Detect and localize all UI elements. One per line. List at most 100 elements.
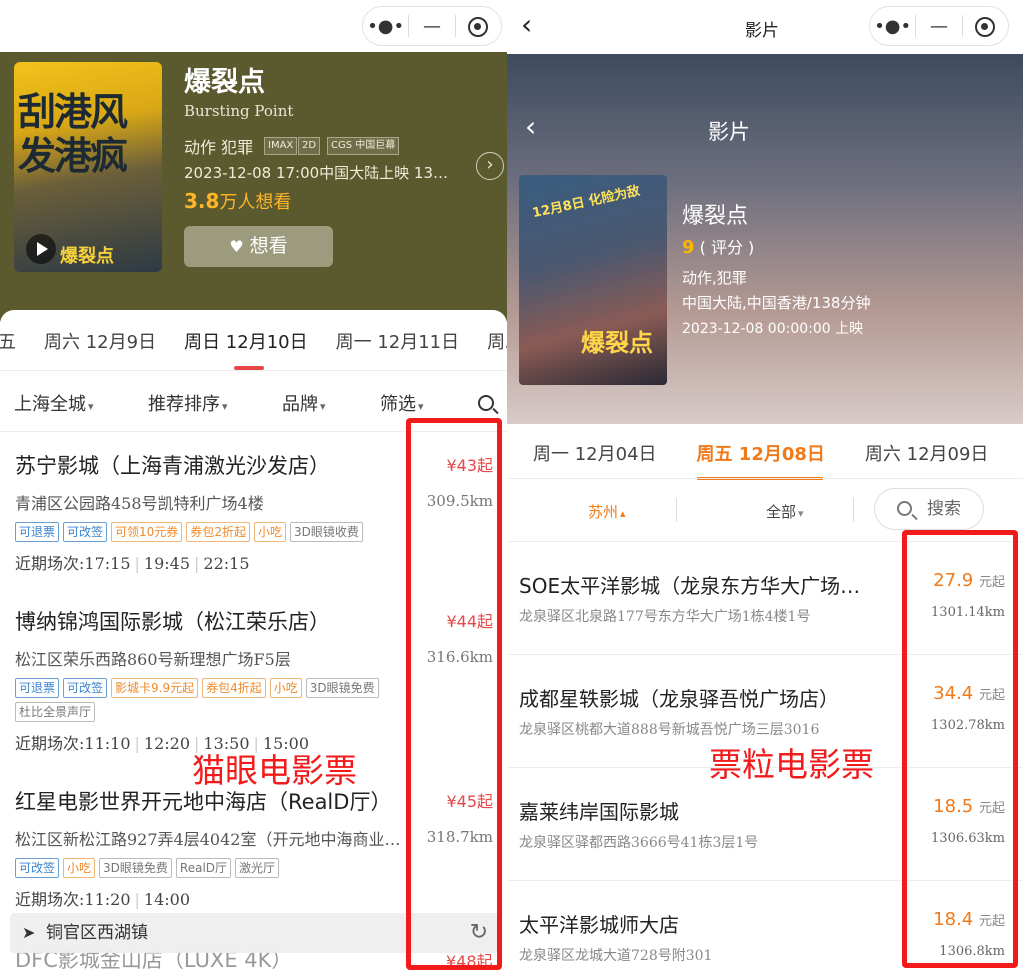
play-icon[interactable]	[26, 234, 56, 264]
feature-tag: 杜比全景声厅	[15, 702, 96, 722]
search-icon[interactable]	[478, 395, 494, 411]
movie-score: 9 ( 评分 )	[682, 234, 754, 258]
showtime[interactable]: 12:20	[144, 734, 190, 753]
showtime[interactable]: 11:10	[84, 734, 130, 753]
mini-program-capsule: •●• —	[869, 6, 1009, 46]
city-dropdown[interactable]: 上海全城	[14, 390, 94, 416]
poster-logo: 爆裂点	[581, 329, 653, 357]
want-to-see-button[interactable]: ♥ 想看	[184, 226, 333, 267]
divider	[853, 498, 854, 522]
date-tabs: 周五 周六 12月9日 周日 12月10日 周一 12月11日 周二	[0, 328, 507, 370]
feature-tag: 券包4折起	[202, 678, 266, 698]
separator: |	[194, 554, 200, 573]
schedule-label: 近期场次:	[15, 890, 85, 909]
cinema-address: 龙泉驿区桃都大道888号新城吾悦广场三层3016	[519, 722, 820, 738]
chevron-right-icon[interactable]: ›	[476, 152, 504, 180]
date-tabs: 周一 12月04日 周五 12月08日 周六 12月09日	[533, 440, 1023, 480]
target-icon	[468, 16, 489, 37]
separator: |	[134, 554, 140, 573]
divider	[0, 370, 507, 371]
feature-tag: 可领10元券	[111, 522, 183, 542]
movie-poster[interactable]: 刮港风发港疯 爆裂点	[14, 62, 162, 272]
annotation-label: 票粒电影票	[709, 745, 874, 784]
format-badge-cgs: CGS 中国巨幕	[327, 137, 400, 155]
cinema-name: 博纳锦鸿国际影城（松江荣乐店）	[15, 610, 330, 634]
feature-tag: 可退票	[15, 522, 60, 542]
tab-date[interactable]: 周五	[0, 328, 16, 354]
cinema-address: 松江区新松江路927弄4层4042室（开元地中海商业广场）	[15, 830, 407, 849]
feature-tag: 3D眼镜免费	[99, 858, 172, 878]
showtime[interactable]: 14:00	[144, 890, 190, 909]
brand-dropdown[interactable]: 品牌	[282, 390, 326, 416]
maoyan-panel: •●• — 刮港风发港疯 爆裂点 爆裂点 Bursting Point 动作 犯…	[0, 0, 507, 970]
tab-date[interactable]: 周六 12月9日	[44, 328, 156, 354]
release-date: 2023-12-08 00:00:00 上映	[682, 321, 864, 337]
format-badge-imax: IMAX	[264, 137, 298, 155]
release-info: 2023-12-08 17:00中国大陆上映 138分钟	[184, 164, 454, 182]
tab-date[interactable]: 周一 12月04日	[533, 440, 657, 466]
close-miniprogram-button[interactable]	[456, 16, 501, 37]
more-menu-button[interactable]: •●•	[870, 16, 915, 37]
tab-date-active[interactable]: 周日 12月10日	[184, 328, 308, 370]
tab-date[interactable]: 周二	[487, 328, 507, 354]
feature-tag: 小吃	[269, 678, 302, 698]
feature-tag: 3D眼镜收费	[289, 522, 363, 542]
mini-program-capsule: •●• —	[362, 6, 502, 46]
separator: |	[134, 890, 140, 909]
feature-tag: 3D眼镜免费	[305, 678, 379, 698]
poster-title: 刮港风发港疯	[18, 90, 128, 178]
search-button[interactable]: 搜索	[874, 488, 984, 530]
poster-tagline: 12月8日 化险为敌	[531, 183, 642, 222]
feature-tag: 可改签	[63, 678, 108, 698]
annotation-highlight-box	[902, 530, 1018, 968]
filter-bar: 上海全城 推荐排序 品牌 筛选	[14, 390, 494, 416]
cinema-address: 龙泉驿区驿都西路3666号41栋3层1号	[519, 835, 759, 851]
location-text: 铜官区西湖镇	[46, 923, 148, 943]
poster-logo: 爆裂点	[60, 246, 114, 267]
piaoli-panel: ‹ 影片 •●• — ‹ 影片 12月8日 化险为敌 爆裂点 爆裂点 9 ( 评…	[507, 0, 1023, 970]
cinema-address: 松江区荣乐西路860号新理想广场F5层	[15, 650, 291, 669]
tab-date[interactable]: 周六 12月09日	[865, 440, 989, 466]
tab-date[interactable]: 周一 12月11日	[336, 328, 460, 354]
search-icon	[897, 501, 912, 516]
more-menu-button[interactable]: •●•	[363, 16, 408, 37]
movie-title: 爆裂点	[184, 67, 265, 98]
showtime[interactable]: 22:15	[203, 554, 249, 573]
tab-date-active[interactable]: 周五 12月08日	[696, 440, 825, 480]
navigation-arrow-icon: ➤	[22, 923, 36, 942]
search-label: 搜索	[927, 499, 961, 519]
feature-tag: 可退票	[15, 678, 60, 698]
movie-title: 爆裂点	[682, 204, 749, 229]
schedule-label: 近期场次:	[15, 554, 85, 573]
score-label: ( 评分 )	[699, 238, 755, 257]
feature-tag: 激光厅	[235, 858, 280, 878]
minimize-button[interactable]: —	[916, 16, 961, 37]
feature-tag: 影城卡9.9元起	[111, 678, 199, 698]
want-count-number: 3.8	[184, 189, 220, 213]
filter-dropdown[interactable]: 筛选	[380, 390, 424, 416]
movie-genre: 动作,犯罪	[682, 269, 747, 287]
feature-tag: 券包2折起	[186, 522, 250, 542]
target-icon	[975, 16, 996, 37]
showtime[interactable]: 19:45	[144, 554, 190, 573]
cinema-address: 龙泉驿区北泉路177号东方华大广场1栋4楼1号	[519, 609, 811, 625]
want-count: 3.8万人想看	[184, 188, 291, 214]
showtime[interactable]: 17:15	[84, 554, 130, 573]
category-dropdown[interactable]: 全部	[766, 501, 804, 522]
feature-tag: 可改签	[63, 522, 108, 542]
hero-title: 影片	[708, 120, 750, 144]
heart-icon: ♥	[229, 237, 244, 256]
format-badge-2d: 2D	[298, 137, 321, 155]
annotation-label: 猫眼电影票	[192, 751, 357, 790]
separator: |	[134, 734, 140, 753]
want-count-suffix: 万人想看	[219, 192, 292, 213]
showtime[interactable]: 11:20	[84, 890, 130, 909]
movie-region-duration: 中国大陆,中国香港/138分钟	[682, 294, 871, 312]
close-miniprogram-button[interactable]	[963, 16, 1008, 37]
city-dropdown[interactable]: 苏州	[588, 501, 626, 522]
movie-poster[interactable]: 12月8日 化险为敌 爆裂点	[519, 175, 667, 385]
minimize-button[interactable]: —	[409, 16, 454, 37]
cinema-tags: 可退票 可改签 影城卡9.9元起 券包4折起 小吃 3D眼镜免费杜比全景声厅	[15, 678, 415, 722]
cinema-name: 成都星轶影城（龙泉驿吾悦广场店）	[519, 687, 839, 711]
sort-dropdown[interactable]: 推荐排序	[148, 390, 228, 416]
